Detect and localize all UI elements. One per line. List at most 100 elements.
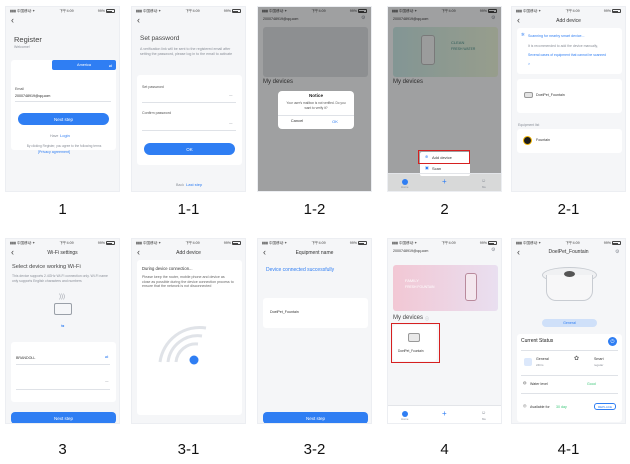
battery-icon (612, 241, 621, 245)
battery-icon (612, 9, 621, 13)
wifi-ssid-field[interactable]: BRANDOLL (16, 356, 35, 361)
page-title: Set password (140, 35, 180, 42)
status-bar: ▮▮▮ 中国移动 ✦ 下午4:09 99% (512, 7, 625, 15)
page-title: Add device (556, 18, 581, 24)
last-step-link[interactable]: Last step (186, 182, 202, 187)
add-tab-icon[interactable]: + (442, 410, 447, 417)
password-underline (142, 102, 236, 103)
cancel-button[interactable]: Cancel (278, 118, 316, 124)
status-bar: ▮▮▮ 中国移动 ✦ 下午4:09 99% (6, 7, 119, 15)
highlight-box (391, 323, 440, 363)
home-tab-icon[interactable] (402, 411, 408, 417)
connection-dot (189, 355, 199, 365)
highlight-box (418, 150, 470, 164)
found-device-name: DoelPet_Fountain (536, 93, 565, 97)
settings-icon[interactable]: ⚙ (615, 250, 619, 255)
me-tab-label: Me (482, 417, 486, 422)
eye-icon[interactable]: ⌒ (229, 123, 233, 128)
swap-icon: ⇆ (61, 323, 65, 328)
banner-text: FRESH FOUNTAIN (405, 285, 435, 289)
caption: 3-2 (303, 441, 326, 458)
status-bar: ▮▮▮ 中国移动 ✦ 下午4:09 99% (6, 239, 119, 247)
screen-wifi-settings: ▮▮▮ 中国移动 ✦ 下午4:09 99% ‹ Wi-Fi settings Sel… (5, 238, 120, 424)
screen-device-detail: ▮▮▮ 中国移动 ✦ 下午4:09 99% ‹ DoelPet_Fountain ⚙… (511, 238, 626, 424)
router-icon (54, 303, 72, 315)
email-field[interactable]: 2000748919@qq.com (15, 94, 50, 99)
smart-mode-icon[interactable]: ✿ (574, 356, 579, 362)
dialog-divider (278, 115, 354, 116)
current-status-heading: Current Status (521, 338, 554, 344)
privacy-link[interactable]: [Privacy agreement] (38, 150, 70, 154)
have-account-text: Have (50, 134, 59, 138)
back-icon[interactable]: ‹ (11, 16, 14, 25)
caption: 4 (440, 441, 449, 458)
caption: 1 (58, 201, 67, 218)
wifi-switch-icon[interactable]: ⇌ (105, 354, 108, 360)
password-description: A verification link will be sent to the … (140, 47, 233, 56)
battery-icon (358, 241, 367, 245)
banner-image[interactable]: FAMILY FRESH FOUNTAIN (393, 265, 498, 311)
agree-text: By clicking Register, you agree to the f… (26, 144, 102, 148)
confirm-label: Confirm password (142, 111, 171, 115)
replace-button[interactable]: REPLACE (594, 403, 616, 410)
status-bar: ▮▮▮ 中国移动 ✦ 下午4:09 99% (388, 239, 501, 247)
ssid-underline (16, 364, 110, 365)
smart-mode-name: Smart (594, 357, 604, 361)
home-tab-icon[interactable] (402, 179, 408, 185)
region-selector[interactable]: America ⇌ (52, 60, 116, 70)
smart-mode-sub: regular (594, 363, 604, 367)
screen-equipment-name: ▮▮▮ 中国移动 ✦ 下午4:09 99% ‹ Equipment name Dev… (257, 238, 372, 424)
device-name-field[interactable]: DoelPet_Fountain (270, 310, 299, 315)
caption: 3 (58, 441, 67, 458)
status-divider (521, 375, 618, 376)
fountain-spout (564, 271, 575, 277)
home-tab-label: Home (401, 185, 409, 190)
scan-hint: It is recommended to add the device manu… (528, 44, 598, 48)
ok-button[interactable]: OK (144, 143, 235, 155)
screen-notice: ▮▮▮ 中国移动 ✦ 下午4:09 99% 2000748919@qq.com ⚙ … (257, 6, 372, 192)
me-tab-icon[interactable]: ☺ (481, 179, 486, 184)
page-title: DoelPet_Fountain (548, 249, 589, 255)
screen-home-add-menu: ▮▮▮ 中国移动 ✦ 下午4:09 99% 2000748919@qq.com ⚙ … (387, 6, 502, 192)
connecting-heading: During device connection... (142, 266, 193, 271)
general-mode-name: General (536, 357, 549, 361)
info-icon[interactable]: ⓘ (425, 316, 429, 322)
scan-menu-item[interactable]: Scan (432, 166, 441, 172)
login-link[interactable]: Login (60, 133, 70, 138)
next-step-button[interactable]: Next step (263, 412, 368, 423)
page-title: Wi-Fi settings (47, 250, 78, 256)
equipment-list-item: Fountain (536, 138, 550, 142)
bluetooth-icon: ✲ (521, 32, 525, 37)
caption: 1-1 (177, 201, 200, 218)
settings-icon[interactable]: ⚙ (491, 248, 495, 253)
wifi-form-card (11, 342, 116, 402)
screen-home-device: ▮▮▮ 中国移动 ✦ 下午4:09 99% 2000748919@qq.com ⚙ … (387, 238, 502, 424)
equipment-list-card[interactable] (517, 129, 622, 153)
ok-button[interactable]: OK (316, 119, 354, 124)
account-email: 2000748919@qq.com (393, 249, 429, 253)
next-step-button[interactable]: Next step (18, 113, 109, 125)
caption: 2-1 (557, 201, 580, 218)
general-mode-icon[interactable] (524, 358, 532, 366)
back-icon[interactable]: ‹ (137, 16, 140, 25)
general-mode-sub: 24hrs (536, 363, 544, 367)
me-tab-icon[interactable]: ☺ (481, 411, 486, 416)
battery-icon (106, 9, 115, 13)
power-icon[interactable]: ⏻ (608, 337, 617, 346)
page-title: Register (14, 35, 42, 44)
mode-button[interactable]: General (542, 319, 597, 327)
add-tab-icon[interactable]: + (442, 178, 447, 185)
filter-days: 30 day (556, 405, 567, 409)
confirm-underline (142, 130, 236, 131)
notice-title: Notice (308, 93, 324, 98)
filter-label: Available for (530, 405, 550, 409)
eye-icon[interactable]: ⌒ (229, 95, 233, 100)
next-step-button[interactable]: Next step (11, 412, 116, 423)
status-bar: ▮▮▮ 中国移动 ✦ 下午4:09 99% (132, 7, 245, 15)
eye-icon[interactable]: ⌒ (105, 381, 109, 386)
scan-help-link[interactable]: Several cases of equipment that cannot b… (528, 53, 616, 57)
status-divider (521, 350, 618, 351)
screen-connecting: ▮▮▮ 中国移动 ✦ 下午4:09 99% ‹ Add device During … (131, 238, 246, 424)
screen-add-device: ▮▮▮ 中国移动 ✦ 下午4:09 99% ‹ Add device ✲ Scann… (511, 6, 626, 192)
fountain-body (546, 275, 593, 301)
